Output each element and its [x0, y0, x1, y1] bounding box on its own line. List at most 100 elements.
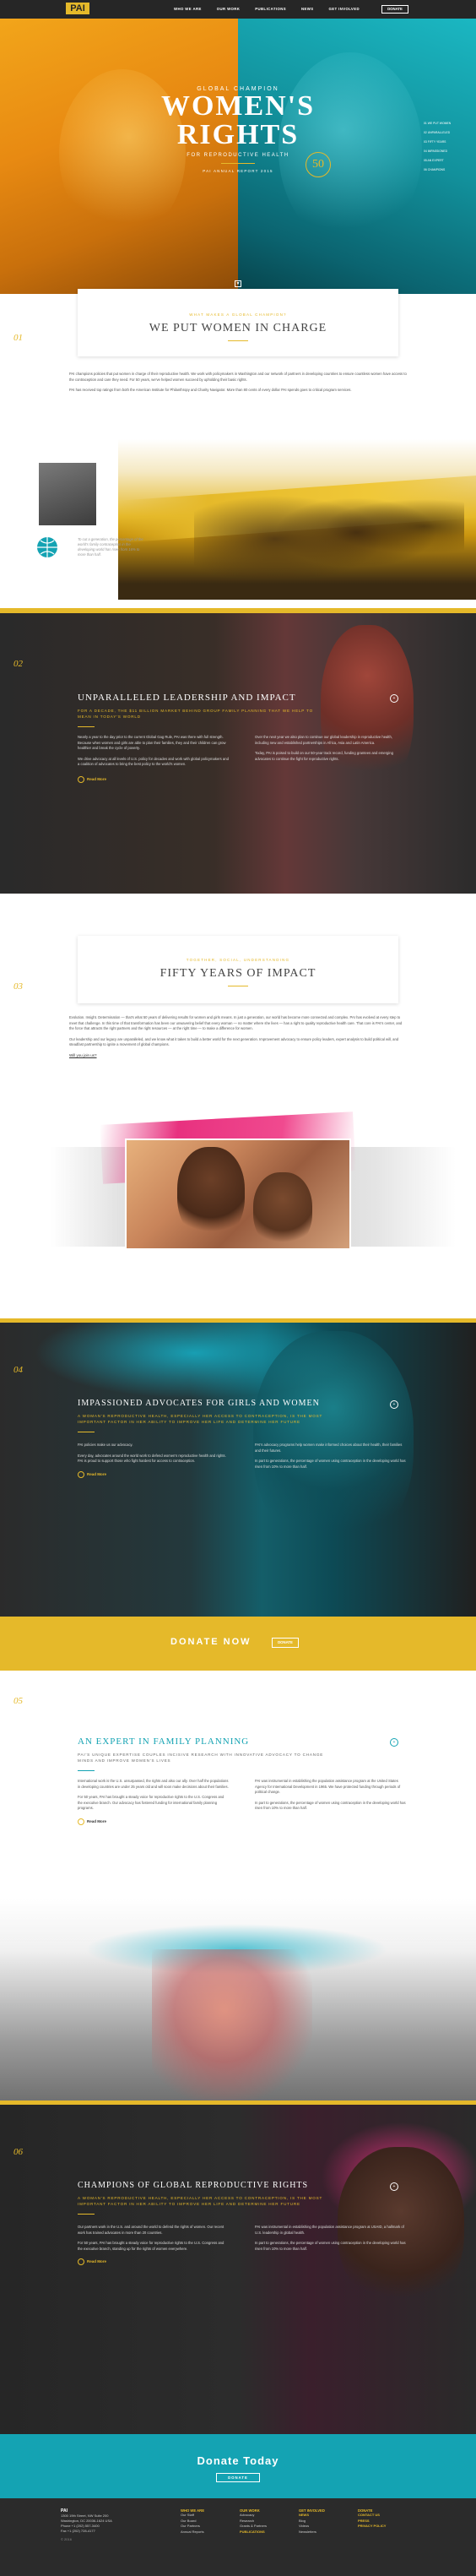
side-menu-item-6[interactable]: 06 CHAMPIONS [424, 168, 451, 171]
section-04-para-2: Every day, advocates around the world wo… [78, 1453, 226, 1464]
site-header: PAI WHO WE ARE OUR WORK PUBLICATIONS NEW… [0, 0, 476, 26]
section-05-title: AN EXPERT IN FAMILY PLANNING [78, 1736, 250, 1747]
section-06: 06 CHAMPIONS OF GLOBAL REPRODUCTIVE RIGH… [0, 2105, 476, 2434]
section-02-para-2: We drive advocacy at all levels of U.S. … [78, 756, 229, 767]
section-05-heading: AN EXPERT IN FAMILY PLANNING PAI'S UNIQU… [78, 1736, 398, 1771]
section-04-para-4: In part to generations, the percentage o… [255, 1459, 406, 1469]
section-01-quote: To cut a generation, the percentage of t… [78, 537, 143, 557]
section-04-title: IMPASSIONED ADVOCATES FOR GIRLS AND WOME… [78, 1399, 320, 1408]
section-02-para-3: Over the next year we also plan to conti… [255, 735, 392, 745]
donate-now-button[interactable]: DONATE [272, 1638, 299, 1648]
footer-col-3: GET INVOLVED NEWS Blog Videos Newsletter… [299, 2508, 349, 2535]
section-06-para-4: In part to generations, the percentage o… [255, 2241, 406, 2251]
section-01-number: 01 [14, 333, 23, 343]
footer-link[interactable]: PRIVACY POLICY [358, 2524, 417, 2530]
hero-side-menu: 01 WE PUT WOMEN 02 UNPARALLELED 03 FIFTY… [424, 122, 451, 171]
section-03: 03 TOGETHER, SOCIAL, UNDERSTANDING FIFTY… [0, 894, 476, 1323]
section-02: 02 UNPARALLELED LEADERSHIP AND IMPACT FO… [0, 608, 476, 894]
section-04-expand-icon[interactable]: + [390, 1400, 398, 1409]
section-05-col-left: International work is the U.S. unsurpass… [78, 1779, 230, 1825]
section-02-divider [78, 726, 95, 727]
nav-our-work[interactable]: OUR WORK [217, 7, 241, 11]
photo-subject-girl [253, 1172, 312, 1248]
section-02-expand-icon[interactable]: + [390, 694, 398, 703]
section-04-subtitle: A WOMAN'S REPRODUCTIVE HEALTH, ESPECIALL… [78, 1414, 322, 1424]
section-01-divider [228, 340, 248, 341]
section-03-para-1: Evolution. Insight. Determination — that… [69, 1015, 403, 1031]
globe-icon [35, 535, 59, 559]
crowd-color-subject [152, 1949, 312, 2101]
anniversary-badge: 50 [306, 152, 331, 177]
hero: GLOBAL CHAMPION WOMEN'S RIGHTS FOR REPRO… [0, 19, 476, 294]
donate-now-label: DONATE NOW [170, 1637, 252, 1647]
section-04-para-1: PAI policies make us our advocacy. [78, 1443, 133, 1447]
section-01: 01 WHAT MAKES A GLOBAL CHAMPION? WE PUT … [0, 289, 476, 608]
side-menu-item-4[interactable]: 04 IMPASSIONED [424, 149, 451, 153]
section-04-number: 04 [14, 1365, 23, 1375]
section-05-number: 05 [14, 1696, 23, 1706]
small-portrait-photo [39, 463, 96, 525]
nav-publications[interactable]: PUBLICATIONS [255, 7, 286, 11]
footer-fax: Fax +1 (202) 728-4177 [61, 2529, 95, 2533]
section-03-join-link[interactable]: Will you join us? [69, 1053, 407, 1057]
nav-news[interactable]: NEWS [301, 7, 314, 11]
section-05-expand-icon[interactable]: + [390, 1738, 398, 1747]
section-02-para-1: Nearly a year to the day prior to the cu… [78, 735, 226, 751]
section-02-col-left: Nearly a year to the day prior to the cu… [78, 735, 230, 783]
section-03-para-2: Our leadership and our legacy are unpara… [69, 1036, 399, 1047]
section-05-col-right: PAI was instrumental in establishing the… [255, 1779, 407, 1812]
logo[interactable]: PAI [66, 3, 89, 14]
footer-link[interactable]: Annual Reports [181, 2530, 231, 2535]
section-04-para-3: PAI's advocacy programs help women make … [255, 1443, 403, 1453]
section-03-card: TOGETHER, SOCIAL, UNDERSTANDING FIFTY YE… [78, 936, 398, 1003]
section-04-col-left: PAI policies make us our advocacy. Every… [78, 1443, 230, 1478]
hero-divider [221, 163, 255, 164]
section-02-title: UNPARALLELED LEADERSHIP AND IMPACT [78, 693, 296, 703]
photo-subject-man [177, 1147, 245, 1240]
nav-who-we-are[interactable]: WHO WE ARE [174, 7, 202, 11]
section-06-heading: CHAMPIONS OF GLOBAL REPRODUCTIVE RIGHTS … [78, 2181, 398, 2215]
section-04: 04 IMPASSIONED ADVOCATES FOR GIRLS AND W… [0, 1323, 476, 1617]
donate-today-button[interactable]: DONATE [216, 2473, 260, 2482]
section-04-subject [253, 1331, 414, 1551]
section-06-number: 06 [14, 2147, 23, 2157]
section-05-divider [78, 1770, 95, 1771]
section-02-col-right: Over the next year we also plan to conti… [255, 735, 407, 762]
section-05-read-more[interactable]: Read More [78, 1818, 230, 1825]
footer-col-4: DONATE CONTACT US PRESS PRIVACY POLICY [358, 2508, 417, 2530]
section-05-para-4: In part to generations, the percentage o… [255, 1800, 406, 1811]
section-02-subtitle: FOR A DECADE, THE $11 BILLION MARKET BEH… [78, 709, 313, 719]
section-05-para-3: PAI was instrumental in establishing the… [255, 1779, 401, 1795]
footer-link[interactable]: PUBLICATIONS [240, 2530, 290, 2535]
section-02-number: 02 [14, 659, 23, 669]
header-donate-button[interactable]: DONATE [381, 5, 408, 14]
section-06-subtitle: A WOMAN'S REPRODUCTIVE HEALTH, ESPECIALL… [78, 2196, 322, 2206]
footer-org-block: PAI 1300 19th Street, NW Suite 200 Washi… [61, 2508, 162, 2541]
section-06-para-1: Our partners work in the U.S. and around… [78, 2225, 224, 2235]
section-06-divider [78, 2214, 95, 2215]
nav-get-involved[interactable]: GET INVOLVED [329, 7, 360, 11]
section-02-para-4: Today, PAI is poised to build on our 50-… [255, 751, 393, 761]
section-01-para-1: PAI champions policies that put women in… [69, 372, 407, 382]
section-04-col-right: PAI's advocacy programs help women make … [255, 1443, 407, 1470]
section-04-heading: IMPASSIONED ADVOCATES FOR GIRLS AND WOME… [78, 1399, 398, 1432]
side-menu-item-3[interactable]: 03 FIFTY YEARS [424, 140, 451, 144]
section-01-kicker: WHAT MAKES A GLOBAL CHAMPION? [189, 312, 287, 317]
scroll-down-icon[interactable]: ▼ [235, 280, 241, 287]
section-01-para-2: PAI has received top ratings from both t… [69, 388, 352, 393]
side-menu-item-5[interactable]: 05 AN EXPERT [424, 159, 451, 162]
section-03-number: 03 [14, 981, 23, 992]
footer-col-2: OUR WORK Advocacy Research Grants & Part… [240, 2508, 290, 2535]
section-02-read-more[interactable]: Read More [78, 776, 230, 783]
side-menu-item-2[interactable]: 02 UNPARALLELED [424, 131, 451, 134]
footer-link[interactable]: Newsletters [299, 2530, 349, 2535]
section-04-read-more[interactable]: Read More [78, 1471, 230, 1478]
section-03-title: FIFTY YEARS OF IMPACT [160, 967, 316, 980]
section-01-title: WE PUT WOMEN IN CHARGE [149, 322, 327, 334]
section-06-read-more[interactable]: Read More [78, 2258, 230, 2265]
section-06-expand-icon[interactable]: + [390, 2182, 398, 2191]
collage-figures [194, 463, 464, 590]
section-06-para-3: PAI was instrumental in establishing the… [255, 2225, 404, 2235]
section-02-heading: UNPARALLELED LEADERSHIP AND IMPACT FOR A… [78, 693, 398, 727]
side-menu-item-1[interactable]: 01 WE PUT WOMEN [424, 122, 451, 125]
